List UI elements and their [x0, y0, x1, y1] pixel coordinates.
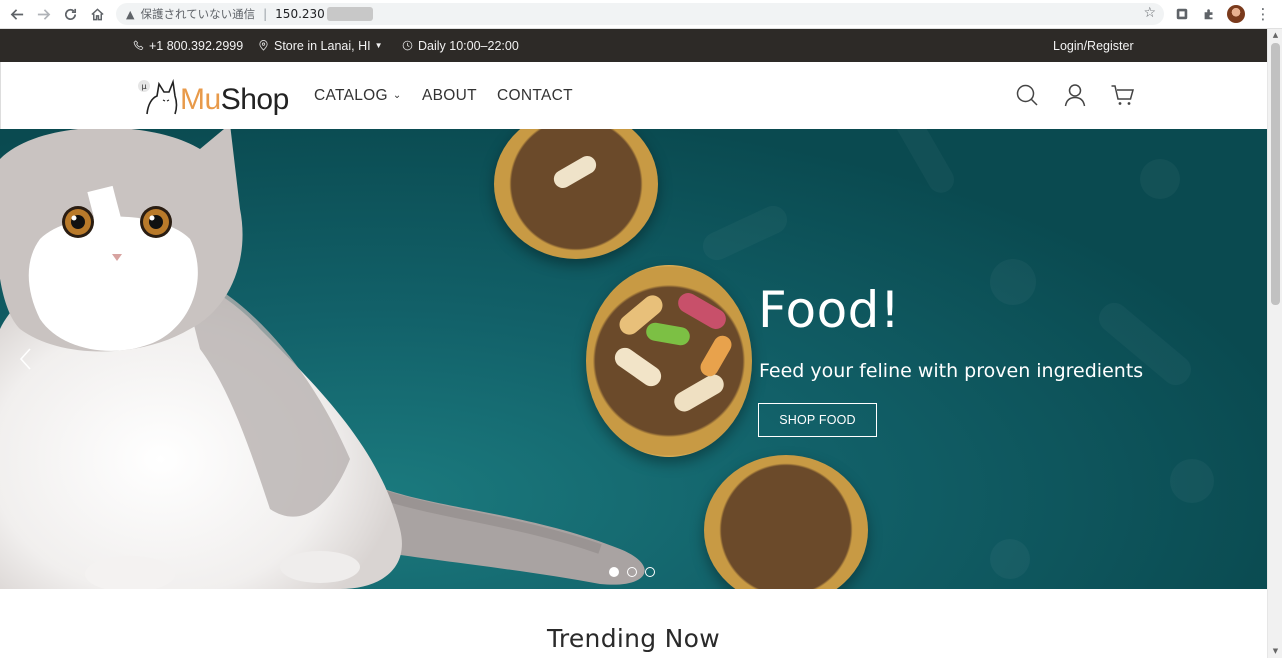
site-header: μ MuShop CATALOG ⌄ ABOUT CONTACT: [0, 62, 1267, 129]
security-status: 保護されていない通信: [140, 7, 256, 21]
caret-down-icon: ▼: [374, 41, 383, 50]
page-scrollbar[interactable]: ▲ ▼: [1267, 29, 1282, 658]
phone-icon: [133, 40, 144, 51]
store-location: Store in Lanai, HI: [274, 38, 371, 53]
svg-text:μ: μ: [142, 82, 147, 91]
phone-contact[interactable]: +1 800.392.2999: [133, 29, 243, 62]
bookmark-star-icon[interactable]: ☆: [1143, 5, 1156, 21]
carousel-indicators: [609, 567, 655, 577]
paw-decoration: [990, 539, 1030, 579]
paw-decoration: [1140, 159, 1180, 199]
hours-text: Daily 10:00–22:00: [418, 38, 519, 53]
nav-about[interactable]: ABOUT: [422, 62, 477, 129]
scroll-up-icon[interactable]: ▲: [1271, 31, 1280, 40]
url-redaction: [326, 7, 373, 21]
user-account-icon[interactable]: [1062, 82, 1088, 108]
browser-menu-icon[interactable]: ⋮: [1253, 4, 1273, 24]
shopping-cart-icon[interactable]: [1110, 82, 1136, 108]
carousel-dot-2[interactable]: [627, 567, 637, 577]
carousel-dot-3[interactable]: [645, 567, 655, 577]
nav-catalog-label: CATALOG: [314, 86, 388, 104]
url-separator: |: [263, 7, 268, 21]
clock-icon: [402, 40, 413, 51]
cat-logo-icon: μ: [138, 78, 178, 115]
scroll-thumb[interactable]: [1271, 43, 1280, 305]
home-icon[interactable]: [84, 1, 110, 27]
browser-toolbar: ▲ 保護されていない通信 | 150.230 ☆ ⋮: [0, 0, 1282, 29]
login-register-link[interactable]: Login/Register: [1053, 29, 1134, 62]
store-selector[interactable]: Store in Lanai, HI ▼: [258, 29, 383, 62]
top-info-bar: +1 800.392.2999 Store in Lanai, HI ▼ Dai…: [0, 29, 1267, 62]
hero-carousel: Food! Feed your feline with proven ingre…: [0, 129, 1267, 589]
phone-number: +1 800.392.2999: [149, 38, 244, 53]
back-icon[interactable]: [4, 1, 30, 27]
trending-title: Trending Now: [546, 624, 721, 653]
chevron-down-icon: ⌄: [392, 90, 402, 101]
store-hours: Daily 10:00–22:00: [402, 29, 519, 62]
hero-title: Food!: [758, 281, 901, 339]
paw-decoration: [990, 259, 1036, 305]
profile-avatar[interactable]: [1226, 4, 1246, 24]
scroll-down-icon[interactable]: ▼: [1271, 647, 1280, 656]
shop-food-button[interactable]: SHOP FOOD: [758, 403, 877, 437]
logo-wordmark: MuShop: [180, 83, 289, 116]
hero-subtitle: Feed your feline with proven ingredients: [759, 360, 1144, 382]
carousel-prev-arrow-icon[interactable]: [18, 347, 34, 371]
paw-decoration: [1170, 459, 1214, 503]
search-icon[interactable]: [1014, 82, 1040, 108]
kitten-image: [0, 129, 700, 589]
map-pin-icon: [259, 40, 268, 51]
warning-icon: ▲: [126, 7, 135, 21]
mushop-logo[interactable]: μ MuShop: [137, 74, 289, 116]
reload-icon[interactable]: [57, 1, 83, 27]
nav-contact[interactable]: CONTACT: [497, 62, 573, 129]
forward-icon[interactable]: [30, 1, 56, 27]
puzzle-extensions-icon[interactable]: [1199, 4, 1219, 24]
address-bar[interactable]: ▲ 保護されていない通信 | 150.230 ☆: [116, 3, 1164, 25]
carousel-dot-1[interactable]: [609, 567, 619, 577]
trending-section: Trending Now: [0, 589, 1267, 658]
url-text: 150.230: [275, 7, 325, 21]
extension-icon[interactable]: [1172, 4, 1192, 24]
nav-catalog[interactable]: CATALOG ⌄: [314, 62, 402, 129]
